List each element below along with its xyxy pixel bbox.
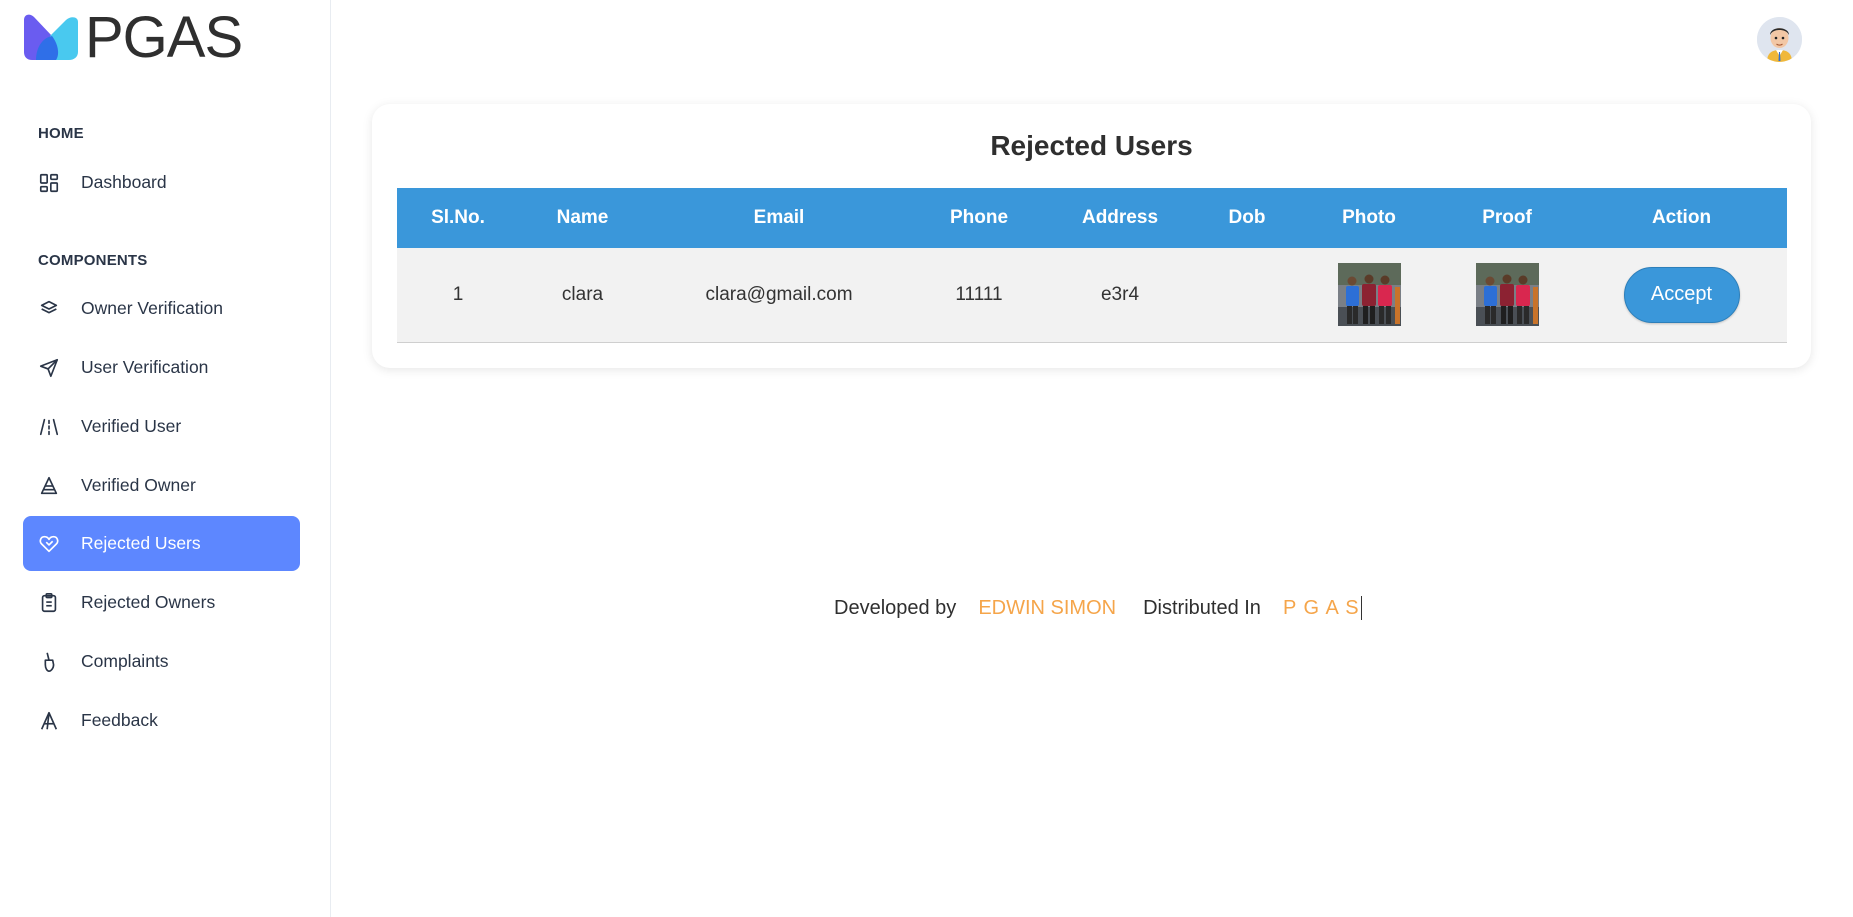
- cell-dob: [1194, 248, 1300, 342]
- footer-distributed-label: Distributed In: [1143, 596, 1261, 619]
- cell-phone: 11111: [955, 283, 1003, 305]
- sidebar-item-owner-verification[interactable]: Owner Verification: [23, 281, 300, 336]
- nav-section-components: COMPONENTS: [38, 252, 148, 269]
- column-header-action: Action: [1651, 207, 1712, 228]
- sidebar-item-label: Verified Owner: [81, 475, 196, 495]
- send-icon: [37, 356, 61, 380]
- sidebar-item-label: Owner Verification: [81, 298, 224, 318]
- cone-icon: [37, 474, 61, 498]
- sidebar-item-label: Rejected Owners: [81, 592, 216, 612]
- cell-name: clara: [561, 283, 604, 305]
- sidebar-item-feedback[interactable]: Feedback: [23, 693, 300, 748]
- column-header-dob: Dob: [1228, 207, 1266, 228]
- column-header-address: Address: [1081, 207, 1159, 228]
- sidebar-item-user-verification[interactable]: User Verification: [23, 340, 300, 395]
- avatar[interactable]: [1757, 17, 1802, 62]
- cell-action: Accept: [1576, 248, 1787, 342]
- sidebar-item-rejected-users[interactable]: Rejected Users: [23, 516, 300, 571]
- table-row: 1 clara clara@gmail.com 11111 e3r4 Accep…: [397, 248, 1787, 342]
- sidebar-item-label: Rejected Users: [81, 533, 201, 553]
- heart-handshake-icon: [37, 532, 61, 556]
- table-header-row: Sl.No. Name Email Phone Address Dob Phot…: [397, 188, 1787, 248]
- page-title: Rejected Users: [990, 130, 1193, 161]
- proof-thumbnail[interactable]: [1475, 263, 1539, 327]
- rejected-users-table: Sl.No. Name Email Phone Address Dob Phot…: [397, 188, 1787, 343]
- column-header-name: Name: [556, 207, 609, 228]
- sidebar-item-label: Dashboard: [81, 172, 167, 192]
- sidebar-item-dashboard[interactable]: Dashboard: [23, 155, 300, 210]
- sidebar-item-rejected-owners[interactable]: Rejected Owners: [23, 575, 300, 630]
- column-header-email: Email: [753, 207, 805, 228]
- text-caret: [1360, 596, 1362, 620]
- brush-icon: [37, 650, 61, 674]
- logo-mark-icon: [22, 14, 79, 62]
- sidebar-item-label: User Verification: [81, 357, 209, 377]
- accept-button[interactable]: Accept: [1623, 266, 1740, 323]
- nav-section-home: HOME: [38, 125, 84, 142]
- column-header-proof: Proof: [1482, 207, 1532, 228]
- footer-developer-name: EDWIN SIMON: [978, 596, 1117, 619]
- rejected-users-card: Rejected Users Sl.No. Name Email Phone A…: [372, 104, 1811, 368]
- cell-email: clara@gmail.com: [705, 283, 853, 305]
- letter-a-icon: [37, 709, 61, 733]
- column-header-slno: Sl.No.: [431, 207, 485, 228]
- sidebar-item-verified-owner[interactable]: Verified Owner: [23, 458, 300, 513]
- sidebar-item-label: Complaints: [81, 651, 169, 671]
- sidebar: PGAS HOME Dashboard COMPONENTS Owner Ver…: [0, 0, 331, 917]
- footer: Developed by EDWIN SIMON Distributed In …: [834, 596, 1362, 620]
- layers-icon: [37, 297, 61, 321]
- cell-photo: [1300, 248, 1438, 342]
- photo-thumbnail[interactable]: [1337, 263, 1401, 327]
- clipboard-icon: [37, 591, 61, 615]
- sidebar-item-label: Verified User: [81, 416, 182, 436]
- sidebar-item-verified-user[interactable]: Verified User: [23, 399, 300, 454]
- logo-text: PGAS: [85, 5, 243, 70]
- cell-proof: [1438, 248, 1576, 342]
- cell-address: e3r4: [1100, 283, 1140, 305]
- sidebar-item-complaints[interactable]: Complaints: [23, 634, 300, 689]
- footer-developed-label: Developed by: [834, 596, 957, 619]
- dashboard-icon: [37, 171, 61, 195]
- logo[interactable]: PGAS: [22, 5, 243, 70]
- cell-slno: 1: [452, 283, 464, 305]
- column-header-photo: Photo: [1342, 207, 1396, 228]
- sidebar-item-label: Feedback: [81, 710, 158, 730]
- column-header-phone: Phone: [949, 207, 1009, 228]
- footer-distributor-name: P G A S: [1282, 596, 1360, 619]
- road-icon: [37, 415, 61, 439]
